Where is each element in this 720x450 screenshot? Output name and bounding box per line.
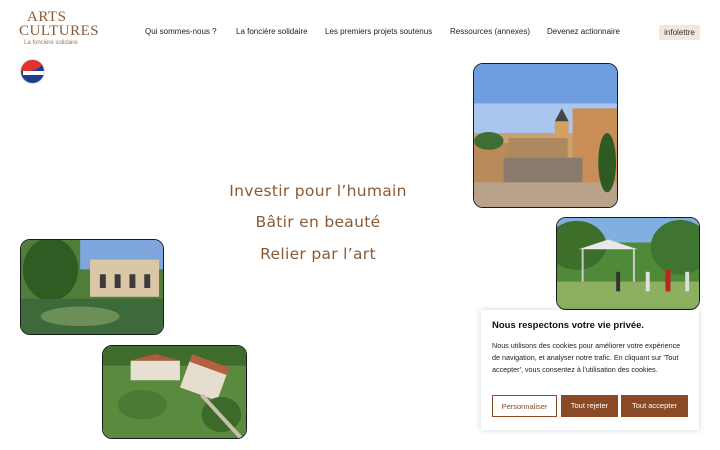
nav-item-about[interactable]: Qui sommes-nous ? bbox=[145, 27, 217, 36]
tagline-3: Relier par l’art bbox=[260, 245, 376, 263]
nav-item-shareholder[interactable]: Devenez actionnaire bbox=[547, 27, 620, 36]
newsletter-button[interactable]: infolettre bbox=[659, 25, 700, 40]
cookie-consent-dialog: Nous respectons votre vie privée. Nous u… bbox=[481, 310, 699, 430]
tagline-1: Investir pour l’humain bbox=[229, 182, 407, 200]
site-logo[interactable]: ARTS CULTURES La foncière solidaire bbox=[19, 9, 100, 50]
nav-item-projects[interactable]: Les premiers projets soutenus bbox=[325, 27, 432, 36]
cookie-title: Nous respectons votre vie privée. bbox=[492, 320, 645, 331]
photo-garden-gathering bbox=[556, 217, 700, 310]
photo-courtyard bbox=[473, 63, 618, 208]
logo-line-arts: ARTS bbox=[27, 9, 67, 25]
logo-tagline: La foncière solidaire bbox=[24, 40, 78, 46]
tagline-2: Bâtir en beauté bbox=[255, 213, 381, 231]
label-badge-icon bbox=[20, 59, 45, 84]
photo-pond-villa bbox=[20, 239, 164, 335]
cookie-text: Nous utilisons des cookies pour améliore… bbox=[492, 341, 681, 374]
customize-cookies-button[interactable]: Personnaliser bbox=[492, 395, 557, 417]
nav-item-resources[interactable]: Ressources (annexes) bbox=[450, 27, 530, 36]
accept-all-button[interactable]: Tout accepter bbox=[621, 395, 688, 417]
logo-line-cultures: CULTURES bbox=[19, 23, 100, 39]
photo-aerial-estate bbox=[102, 345, 247, 439]
nav-item-fonciere[interactable]: La foncière solidaire bbox=[236, 27, 308, 36]
reject-all-button[interactable]: Tout rejeter bbox=[561, 395, 618, 417]
